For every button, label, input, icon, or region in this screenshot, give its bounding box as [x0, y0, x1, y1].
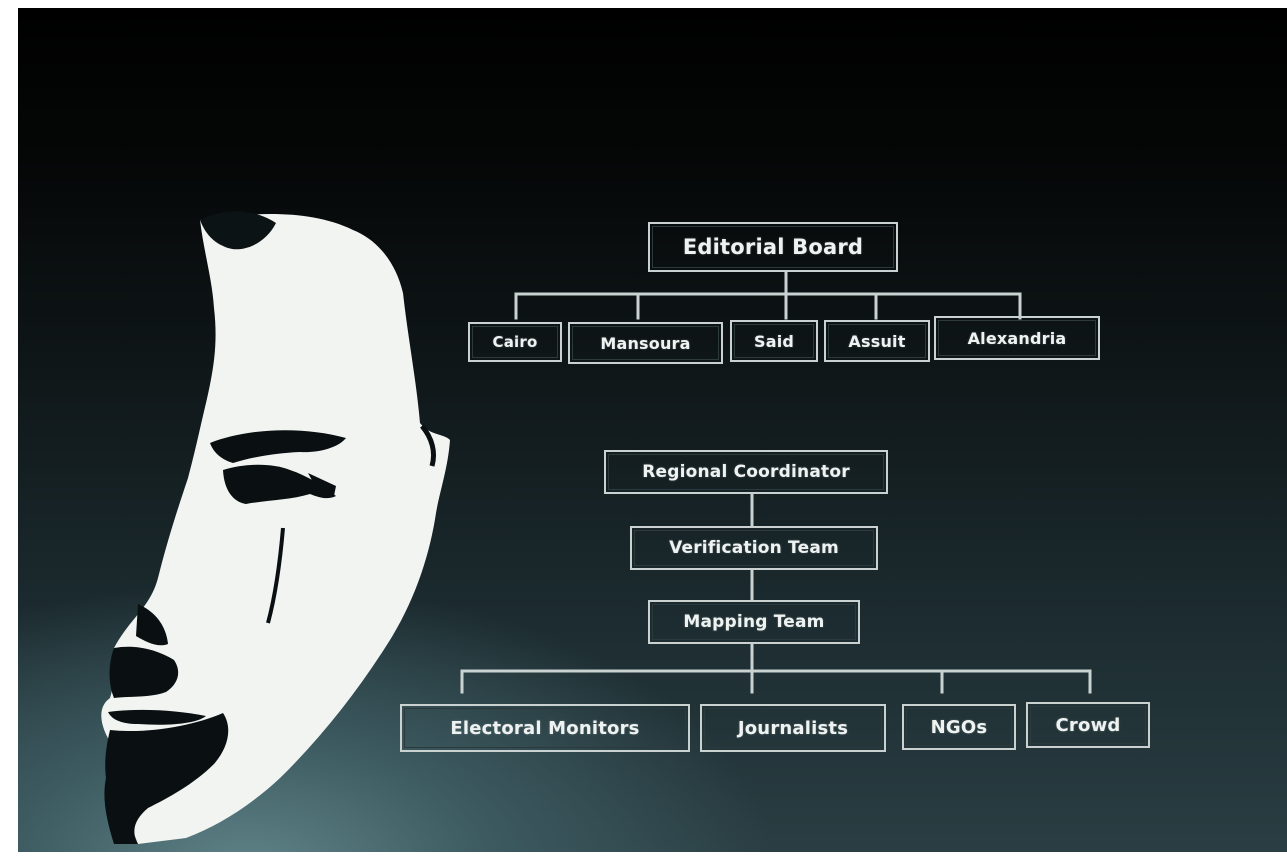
- node-cairo: Cairo: [468, 322, 562, 362]
- node-said: Said: [730, 320, 818, 362]
- node-journalists: Journalists: [700, 704, 886, 752]
- node-verification-team: Verification Team: [630, 526, 878, 570]
- node-mansoura: Mansoura: [568, 322, 723, 364]
- node-ngos: NGOs: [902, 704, 1016, 750]
- node-regional-coordinator: Regional Coordinator: [604, 450, 888, 494]
- node-editorial-board: Editorial Board: [648, 222, 898, 272]
- node-electoral-monitors: Electoral Monitors: [400, 704, 690, 752]
- node-mapping-team: Mapping Team: [648, 600, 860, 644]
- page: Editorial Board Cairo Mansoura Said Assu…: [0, 0, 1287, 860]
- node-assuit: Assuit: [824, 320, 930, 362]
- node-alexandria: Alexandria: [934, 316, 1100, 360]
- presentation-slide: Editorial Board Cairo Mansoura Said Assu…: [18, 8, 1287, 852]
- node-crowd: Crowd: [1026, 702, 1150, 748]
